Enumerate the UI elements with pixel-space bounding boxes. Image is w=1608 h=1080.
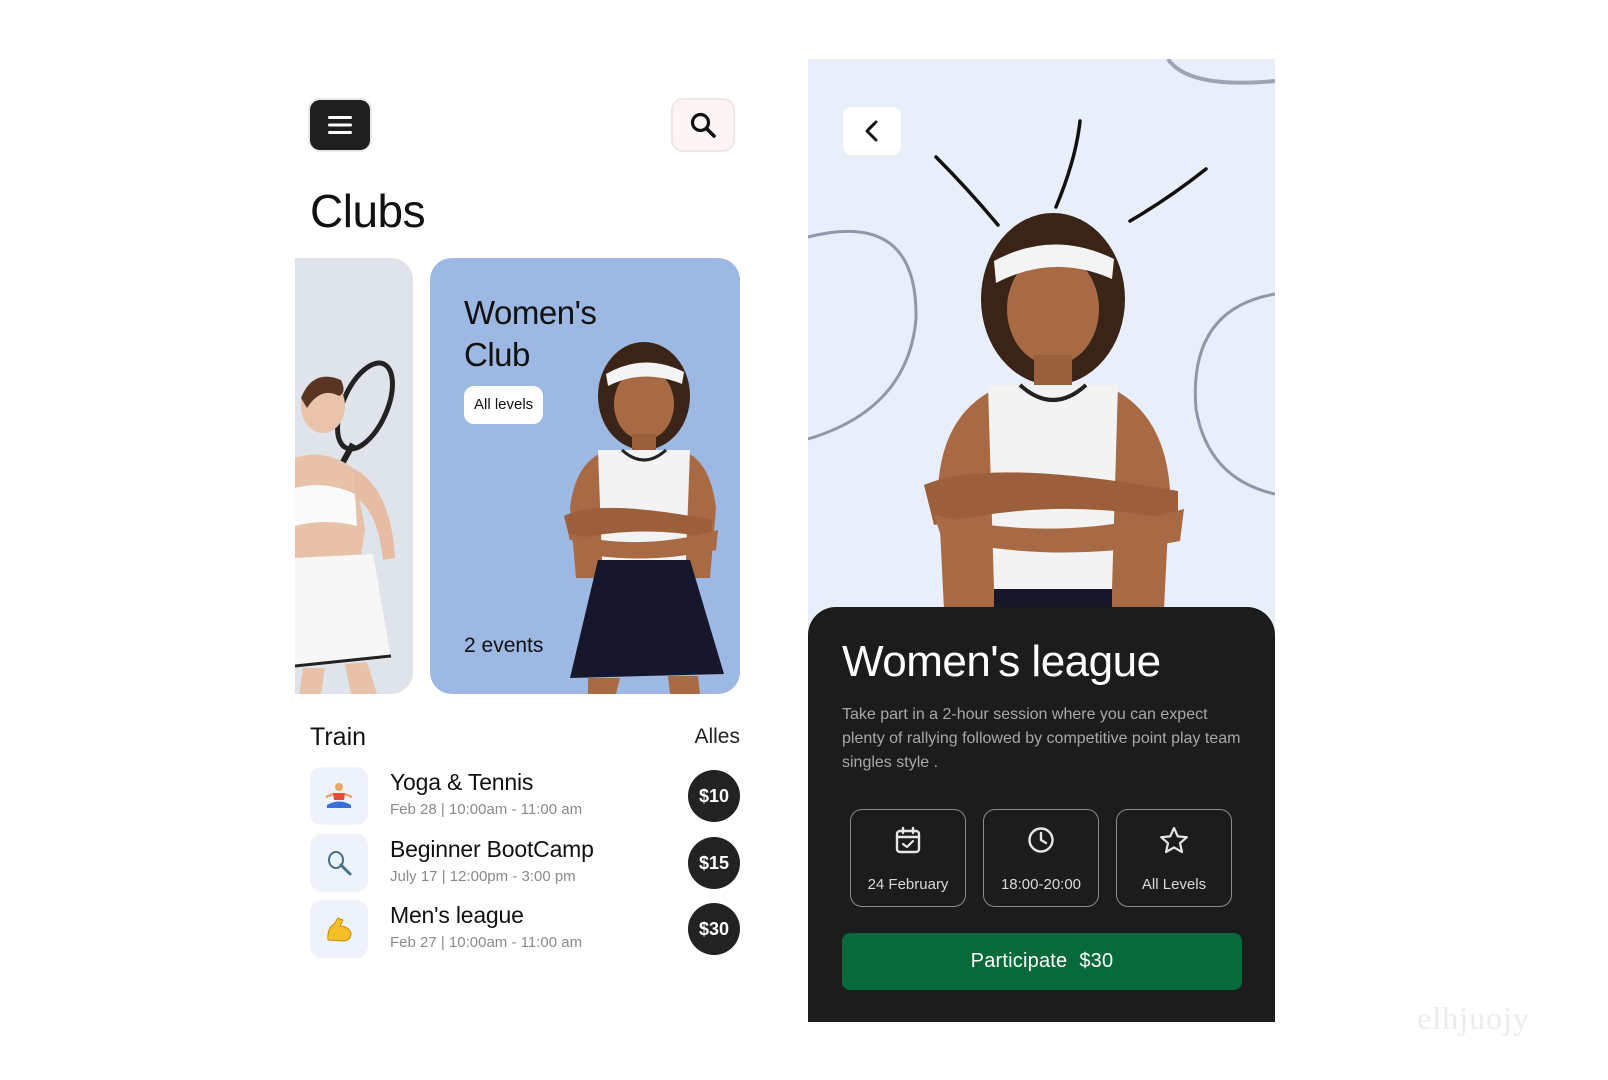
hamburger-menu-icon bbox=[328, 116, 352, 134]
calendar-check-icon bbox=[895, 826, 921, 854]
list-item[interactable]: Beginner BootCamp July 17 | 12:00pm - 3:… bbox=[310, 834, 740, 892]
level-badge: All levels bbox=[464, 386, 544, 424]
info-date: 24 February bbox=[850, 809, 966, 907]
list-item-subtitle: Feb 27 | 10:00am - 11:00 am bbox=[390, 934, 583, 951]
club-card-title-line1: Women's bbox=[464, 294, 597, 331]
participate-label: Participate bbox=[970, 950, 1068, 972]
info-time: 18:00-20:00 bbox=[983, 809, 1099, 907]
list-item-subtitle: Feb 28 | 10:00am - 11:00 am bbox=[390, 801, 583, 818]
list-item-title: Men's league bbox=[390, 902, 524, 928]
league-title: Women's league bbox=[842, 637, 1161, 686]
tennis-player-photo bbox=[295, 360, 395, 694]
club-card-womens[interactable]: Women's Club All levels 2 events bbox=[430, 258, 740, 694]
magnifier-icon bbox=[690, 112, 716, 138]
league-description: Take part in a 2-hour session where you … bbox=[842, 706, 1241, 771]
back-button[interactable] bbox=[843, 107, 901, 155]
clock-icon bbox=[1028, 827, 1054, 853]
list-item-title: Beginner BootCamp bbox=[390, 836, 594, 862]
league-detail-screen: Women's league Take part in a 2-hour ses… bbox=[808, 59, 1275, 1022]
price-badge[interactable]: $15 bbox=[688, 837, 740, 889]
menu-button[interactable] bbox=[310, 100, 370, 150]
price-badge[interactable]: $10 bbox=[688, 770, 740, 822]
yoga-person-icon bbox=[310, 767, 368, 825]
section-title-train: Train bbox=[310, 723, 367, 751]
info-time-label: 18:00-20:00 bbox=[1000, 876, 1082, 893]
player-photo bbox=[564, 342, 724, 694]
info-level-label: All Levels bbox=[1141, 876, 1207, 893]
search-button[interactable] bbox=[673, 100, 733, 150]
watermark: elhjuojy bbox=[1417, 1000, 1530, 1036]
player-photo bbox=[924, 213, 1184, 609]
participate-button[interactable]: Participate $30 bbox=[842, 933, 1242, 990]
info-level: All Levels bbox=[1116, 809, 1232, 907]
price-badge[interactable]: $30 bbox=[688, 903, 740, 955]
participate-price: $30 bbox=[1079, 950, 1114, 972]
info-date-label: 24 February bbox=[867, 876, 949, 893]
badminton-racket-icon bbox=[310, 834, 368, 892]
chevron-left-icon bbox=[865, 120, 878, 142]
club-card-previous[interactable] bbox=[295, 258, 413, 694]
details-sheet: Women's league Take part in a 2-hour ses… bbox=[808, 607, 1275, 1022]
flexed-biceps-icon bbox=[310, 900, 368, 958]
star-icon bbox=[1160, 826, 1188, 854]
list-item-title: Yoga & Tennis bbox=[390, 769, 534, 795]
page-title: Clubs bbox=[310, 185, 426, 237]
list-item-subtitle: July 17 | 12:00pm - 3:00 pm bbox=[390, 868, 576, 885]
list-item[interactable]: Men's league Feb 27 | 10:00am - 11:00 am… bbox=[310, 900, 740, 958]
clubs-screen: Clubs Women's Club All levels 2 events T… bbox=[295, 60, 750, 1000]
events-count: 2 events bbox=[464, 634, 544, 657]
club-card-title-line2: Club bbox=[464, 336, 530, 373]
see-all-link[interactable]: Alles bbox=[694, 725, 740, 749]
club-card-title: Women's Club bbox=[464, 292, 597, 376]
list-item[interactable]: Yoga & Tennis Feb 28 | 10:00am - 11:00 a… bbox=[310, 767, 740, 825]
